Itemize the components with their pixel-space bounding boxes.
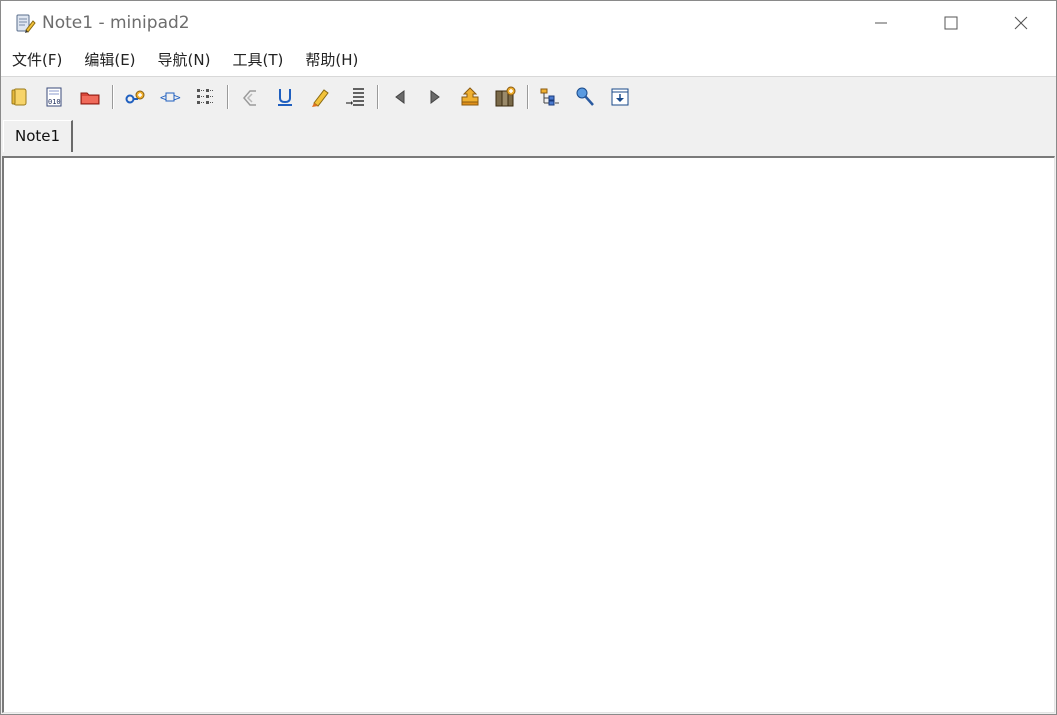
- close-button[interactable]: [986, 1, 1056, 45]
- minipad-app-icon: [14, 12, 36, 34]
- binary-file-icon: 010: [46, 87, 62, 107]
- open-folder-icon: [80, 92, 100, 105]
- menu-edit[interactable]: 编辑(E): [73, 45, 146, 76]
- list-view-icon: [197, 89, 213, 104]
- svg-text:>: >: [174, 91, 181, 104]
- title-bar[interactable]: Note1 - minipad2: [1, 1, 1056, 45]
- editor-text-area[interactable]: [4, 158, 1054, 712]
- open-folder-button[interactable]: [75, 82, 105, 112]
- toolbar: 010 < >: [1, 77, 1056, 117]
- download-button[interactable]: [605, 82, 635, 112]
- pin-button[interactable]: [570, 82, 600, 112]
- svg-text:010: 010: [48, 98, 61, 106]
- editor-frame: [2, 156, 1055, 713]
- next-icon: [430, 90, 440, 104]
- add-link-icon: [125, 90, 145, 104]
- maximize-icon: [944, 16, 958, 30]
- underline-button[interactable]: [270, 82, 300, 112]
- menu-help[interactable]: 帮助(H): [294, 45, 369, 76]
- binary-file-button[interactable]: 010: [40, 82, 70, 112]
- list-view-button[interactable]: [190, 82, 220, 112]
- window-title: Note1 - minipad2: [42, 13, 190, 33]
- menu-navigate[interactable]: 导航(N): [147, 45, 222, 76]
- pin-icon: [576, 87, 594, 106]
- new-note-icon: [11, 88, 27, 106]
- next-button[interactable]: [420, 82, 450, 112]
- tab-strip: Note1: [1, 117, 1056, 153]
- toolbar-separator: [527, 85, 529, 109]
- tag-icon: < >: [160, 91, 181, 104]
- close-icon: [1014, 16, 1028, 30]
- undo-button[interactable]: [235, 82, 265, 112]
- window-controls: [846, 1, 1056, 45]
- clipboard-add-button[interactable]: [490, 82, 520, 112]
- menu-file[interactable]: 文件(F): [1, 45, 73, 76]
- up-folder-icon: [461, 87, 479, 106]
- line-numbers-icon: [346, 88, 364, 106]
- underline-icon: [278, 89, 292, 106]
- toolbar-separator: [112, 85, 114, 109]
- add-link-button[interactable]: [120, 82, 150, 112]
- minimize-icon: [875, 22, 887, 24]
- minimize-button[interactable]: [846, 1, 916, 45]
- tag-button[interactable]: < >: [155, 82, 185, 112]
- download-icon: [611, 88, 629, 106]
- prev-button[interactable]: [385, 82, 415, 112]
- maximize-button[interactable]: [916, 1, 986, 45]
- up-folder-button[interactable]: [455, 82, 485, 112]
- tree-view-icon: [540, 88, 559, 106]
- toolbar-separator: [377, 85, 379, 109]
- toolbar-separator: [227, 85, 229, 109]
- app-window: Note1 - minipad2 文件(F) 编辑(E) 导航(N) 工具(T)…: [0, 0, 1057, 715]
- prev-icon: [395, 90, 405, 104]
- menu-bar: 文件(F) 编辑(E) 导航(N) 工具(T) 帮助(H): [1, 45, 1056, 77]
- clipboard-add-icon: [495, 86, 516, 107]
- new-note-button[interactable]: [5, 82, 35, 112]
- tree-view-button[interactable]: [535, 82, 565, 112]
- menu-tools[interactable]: 工具(T): [221, 45, 294, 76]
- tab-note1[interactable]: Note1: [3, 120, 73, 152]
- highlighter-icon: [312, 89, 329, 107]
- highlighter-button[interactable]: [305, 82, 335, 112]
- line-numbers-button[interactable]: [340, 82, 370, 112]
- undo-icon: [243, 90, 256, 106]
